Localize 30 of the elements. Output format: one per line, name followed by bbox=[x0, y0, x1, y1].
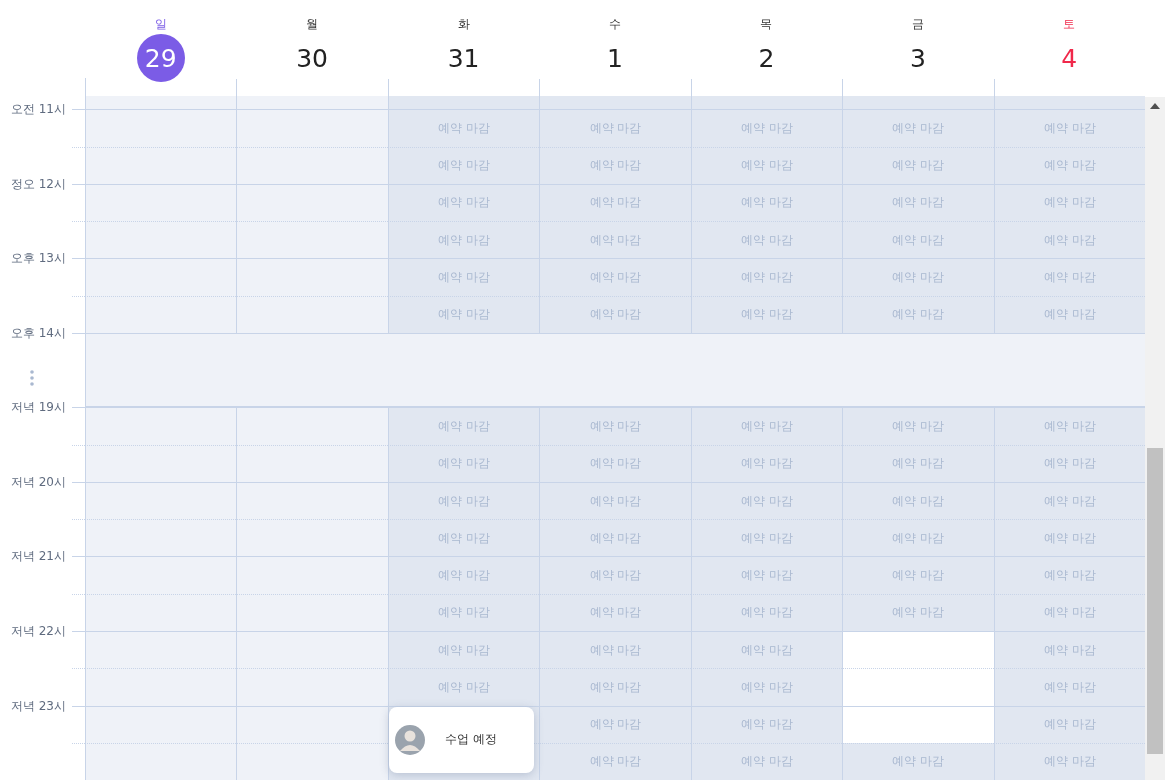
weekday-label: 수 bbox=[609, 16, 621, 32]
date-number[interactable]: 29 bbox=[136, 34, 185, 82]
date-number[interactable]: 3 bbox=[893, 34, 942, 82]
time-label: 저녁 20시 bbox=[10, 473, 66, 491]
date-number[interactable]: 31 bbox=[439, 34, 488, 82]
weekday-label: 월 bbox=[306, 16, 319, 32]
event-title: 수업 예정 bbox=[444, 731, 497, 749]
avatar-icon bbox=[394, 724, 425, 755]
time-label: 정오 12시 bbox=[10, 175, 66, 193]
weekday-label: 일 bbox=[154, 16, 167, 32]
scroll-thumb[interactable] bbox=[1147, 448, 1163, 754]
time-label: 오후 13시 bbox=[10, 250, 66, 268]
scrollbar[interactable] bbox=[1145, 97, 1165, 780]
more-icon bbox=[30, 369, 34, 386]
scroll-up-icon[interactable] bbox=[1150, 103, 1160, 109]
date-number[interactable]: 2 bbox=[742, 34, 791, 82]
time-label: 저녁 21시 bbox=[10, 548, 66, 566]
weekday-label: 목 bbox=[760, 16, 773, 32]
time-label: 저녁 22시 bbox=[10, 623, 66, 640]
time-label: 저녁 19시 bbox=[10, 399, 66, 417]
date-number[interactable]: 30 bbox=[288, 34, 337, 82]
time-label: 오후 14시 bbox=[10, 324, 66, 342]
time-label: 오전 11시 bbox=[10, 101, 66, 119]
date-number[interactable]: 1 bbox=[591, 34, 639, 82]
weekday-label: 토 bbox=[1063, 16, 1076, 32]
date-number[interactable]: 4 bbox=[1045, 34, 1094, 82]
time-label: 저녁 23시 bbox=[10, 697, 66, 715]
weekday-label: 화 bbox=[457, 16, 470, 32]
event-card[interactable]: 수업 예정 bbox=[388, 706, 534, 773]
weekday-label: 금 bbox=[911, 16, 924, 32]
